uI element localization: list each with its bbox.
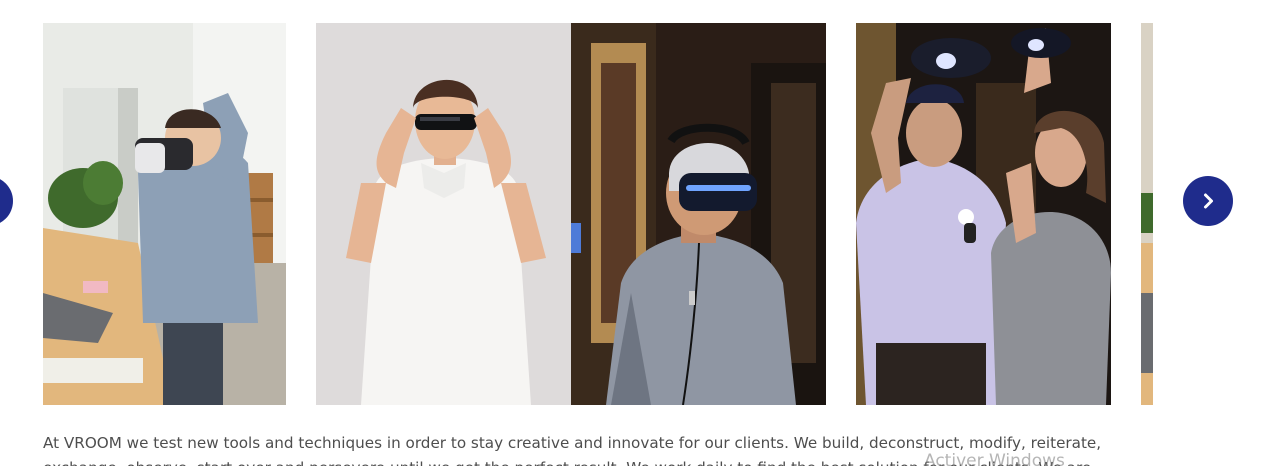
carousel-slide-futuristic-glasses[interactable] (316, 23, 571, 405)
vr-couple-photo (856, 23, 1111, 405)
vr-child-photo (43, 23, 286, 405)
vr-headset-man-photo (571, 23, 826, 405)
carousel-slide-vr-headset-man[interactable] (571, 23, 826, 405)
vr-gallery-section: At VROOM we test new tools and technique… (0, 0, 1267, 466)
intro-paragraph-line-2: exchange, observe, start over and persev… (43, 456, 1153, 466)
carousel-next-button[interactable] (1183, 176, 1233, 226)
carousel-slide-vr-couple[interactable] (856, 23, 1111, 405)
carousel-slide-vr-child[interactable] (43, 23, 286, 405)
chevron-right-icon (1204, 193, 1213, 209)
carousel-prev-button[interactable] (0, 176, 13, 226)
intro-paragraph: At VROOM we test new tools and technique… (43, 431, 1153, 466)
carousel-slide-partial[interactable] (1141, 23, 1153, 405)
intro-paragraph-line-1: At VROOM we test new tools and technique… (43, 434, 1102, 452)
partial-photo (1141, 23, 1153, 405)
futuristic-glasses-photo (316, 23, 571, 405)
